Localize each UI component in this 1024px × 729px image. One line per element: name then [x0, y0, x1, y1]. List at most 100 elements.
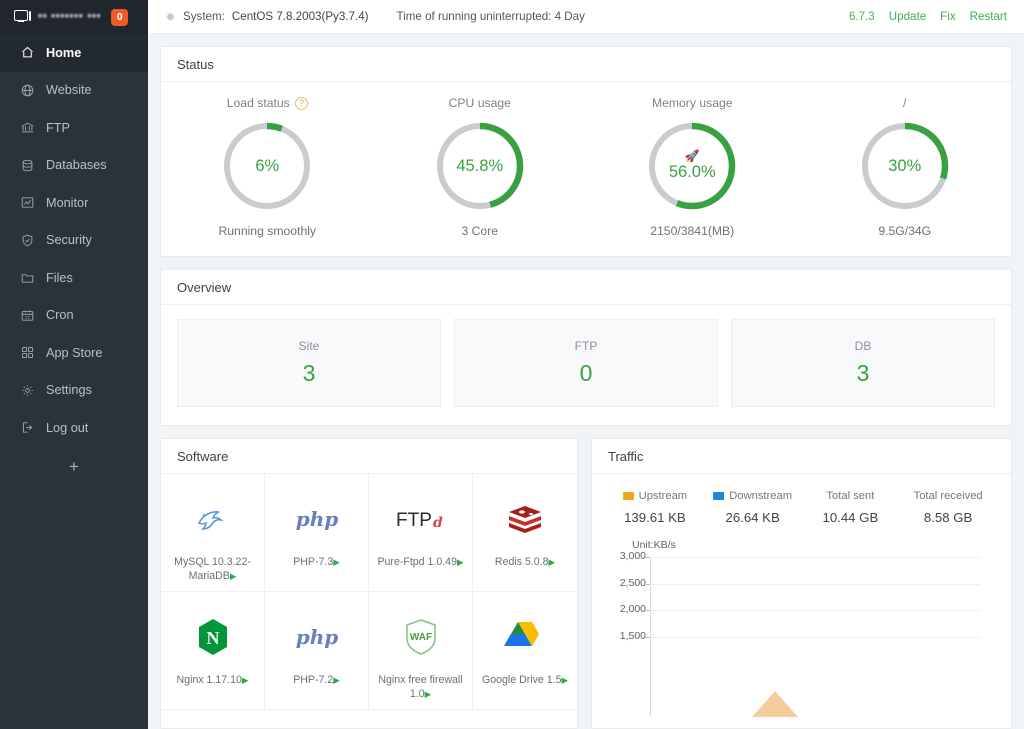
software-item-name: Nginx free firewall 1.0 — [378, 674, 462, 700]
traffic-chart: Unit:KB/s 3,0002,5002,0001,500 — [592, 535, 1011, 728]
gauge-title-row: / — [903, 96, 906, 110]
gauge-ring: 30% — [858, 119, 952, 213]
traffic-panel-title: Traffic — [592, 439, 1011, 474]
play-icon[interactable]: ▶ — [230, 571, 237, 581]
fix-link[interactable]: Fix — [940, 10, 955, 23]
gauge-value-wrap: 6% — [220, 119, 314, 213]
gauge-value-wrap: 45.8% — [433, 119, 527, 213]
software-panel-title: Software — [161, 439, 577, 474]
update-link[interactable]: Update — [889, 10, 926, 23]
overview-cards: Site3FTP0DB3 — [161, 305, 1011, 425]
gauge-title: / — [903, 96, 906, 110]
gauge-subtext: 2150/3841(MB) — [650, 224, 734, 238]
sidebar-item-databases[interactable]: Databases — [0, 147, 148, 185]
sidebar-item-home[interactable]: Home — [0, 34, 148, 72]
gauge-value: 56.0% — [669, 163, 716, 182]
gauge-cpu-usage: CPU usage45.8%3 Core — [374, 96, 587, 238]
sidebar-item-label: FTP — [46, 121, 70, 135]
software-item-label: Redis 5.0.8▶ — [491, 555, 559, 569]
php-icon: php — [289, 615, 345, 659]
svg-text:d: d — [433, 515, 443, 531]
svg-text:FTP: FTP — [396, 510, 432, 531]
software-item[interactable]: Redis 5.0.8▶ — [473, 474, 577, 592]
shield-icon — [20, 233, 35, 248]
traffic-stat-total-received: Total received8.58 GB — [899, 490, 997, 525]
sidebar-item-label: Monitor — [46, 196, 88, 210]
overview-card-ftp[interactable]: FTP0 — [454, 319, 718, 407]
software-item[interactable]: MySQL 10.3.22-MariaDB▶ — [161, 474, 265, 592]
traffic-stat-label: Upstream — [639, 490, 688, 502]
chart-y-tick: 2,500 — [604, 577, 646, 589]
software-item[interactable]: N Nginx 1.17.10▶ — [161, 592, 265, 710]
software-item[interactable]: phpPHP-7.2▶ — [265, 592, 369, 710]
software-item-name: Pure-Ftpd 1.0.49 — [377, 556, 457, 568]
sidebar-item-monitor[interactable]: Monitor — [0, 184, 148, 222]
software-item-name: MySQL 10.3.22-MariaDB — [174, 556, 251, 582]
traffic-panel: Traffic Upstream139.61 KBDownstream26.64… — [591, 438, 1012, 729]
overview-card-label: Site — [299, 339, 320, 353]
traffic-stat-total-sent: Total sent10.44 GB — [802, 490, 900, 525]
software-item[interactable]: FTPd Pure-Ftpd 1.0.49▶ — [369, 474, 473, 592]
gauge-subtext: 3 Core — [461, 224, 498, 238]
play-icon[interactable]: ▶ — [425, 689, 432, 699]
play-icon[interactable]: ▶ — [242, 675, 249, 685]
top-bar-info: System: CentOS 7.8.2003(Py3.7.4) Time of… — [148, 0, 1024, 34]
sidebar-item-ftp[interactable]: FTP — [0, 109, 148, 147]
software-item[interactable]: WAFNginx free firewall 1.0▶ — [369, 592, 473, 710]
sidebar-item-settings[interactable]: Settings — [0, 372, 148, 410]
brand-name: •• ••••••• ••• — [38, 11, 101, 23]
home-icon — [20, 45, 35, 60]
gauge-title: Load status — [227, 96, 290, 110]
traffic-stat-value: 8.58 GB — [924, 510, 972, 525]
overview-card-db[interactable]: DB3 — [731, 319, 995, 407]
chart-unit-label: Unit:KB/s — [632, 539, 999, 551]
logout-icon — [20, 420, 35, 435]
sidebar-item-label: Cron — [46, 308, 74, 322]
play-icon[interactable]: ▶ — [333, 675, 340, 685]
gauge-subtext: Running smoothly — [218, 224, 316, 238]
gauge-memory-usage: Memory usage🚀56.0%2150/3841(MB) — [586, 96, 799, 238]
play-icon[interactable]: ▶ — [561, 675, 568, 685]
version-label: 6.7.3 — [849, 10, 875, 23]
gauge-title-row: Load status? — [227, 96, 308, 110]
legend-swatch-icon — [623, 492, 634, 500]
traffic-stat-upstream: Upstream139.61 KB — [606, 490, 704, 525]
traffic-stat-label-row: Downstream — [713, 490, 792, 502]
traffic-stat-downstream: Downstream26.64 KB — [704, 490, 802, 525]
software-item-name: Redis 5.0.8 — [495, 556, 549, 568]
ftp-icon — [20, 120, 35, 135]
overview-panel-title: Overview — [161, 270, 1011, 305]
sidebar-item-website[interactable]: Website — [0, 72, 148, 110]
gauge-load-status: Load status? 6% Running smoothly — [161, 96, 374, 238]
overview-card-site[interactable]: Site3 — [177, 319, 441, 407]
sidebar-item-cron[interactable]: Cron — [0, 297, 148, 335]
software-item-name: Google Drive 1.5 — [482, 674, 562, 686]
sidebar-item-label: Security — [46, 233, 92, 247]
sidebar-item-label: App Store — [46, 346, 102, 360]
play-icon[interactable]: ▶ — [333, 557, 340, 567]
gauge-value: 6% — [255, 157, 279, 176]
php-icon: php — [289, 497, 345, 541]
software-item-label: Nginx 1.17.10▶ — [173, 673, 253, 687]
sidebar-item-files[interactable]: Files — [0, 259, 148, 297]
sidebar-add-button[interactable]: + — [0, 447, 148, 487]
sidebar-item-security[interactable]: Security — [0, 222, 148, 260]
legend-swatch-icon — [713, 492, 724, 500]
gauge-value-wrap: 🚀56.0% — [645, 119, 739, 213]
software-item-label: Nginx free firewall 1.0▶ — [369, 673, 472, 701]
restart-link[interactable]: Restart — [970, 10, 1007, 23]
sidebar-item-log-out[interactable]: Log out — [0, 409, 148, 447]
nginx-icon: N — [195, 615, 231, 659]
software-item[interactable]: phpPHP-7.3▶ — [265, 474, 369, 592]
gauge-disk: /30%9.5G/34G — [799, 96, 1012, 238]
play-icon[interactable]: ▶ — [457, 557, 464, 567]
sidebar-item-app-store[interactable]: App Store — [0, 334, 148, 372]
play-icon[interactable]: ▶ — [549, 557, 556, 567]
monitor-icon — [14, 10, 32, 25]
question-icon[interactable]: ? — [295, 97, 308, 110]
software-item[interactable]: Google Drive 1.5▶ — [473, 592, 577, 710]
gauge-value: 45.8% — [456, 157, 503, 176]
notification-badge[interactable]: 0 — [111, 9, 128, 26]
software-item-label: MySQL 10.3.22-MariaDB▶ — [161, 555, 264, 583]
uptime-label: Time of running uninterrupted: 4 Day — [397, 10, 585, 23]
